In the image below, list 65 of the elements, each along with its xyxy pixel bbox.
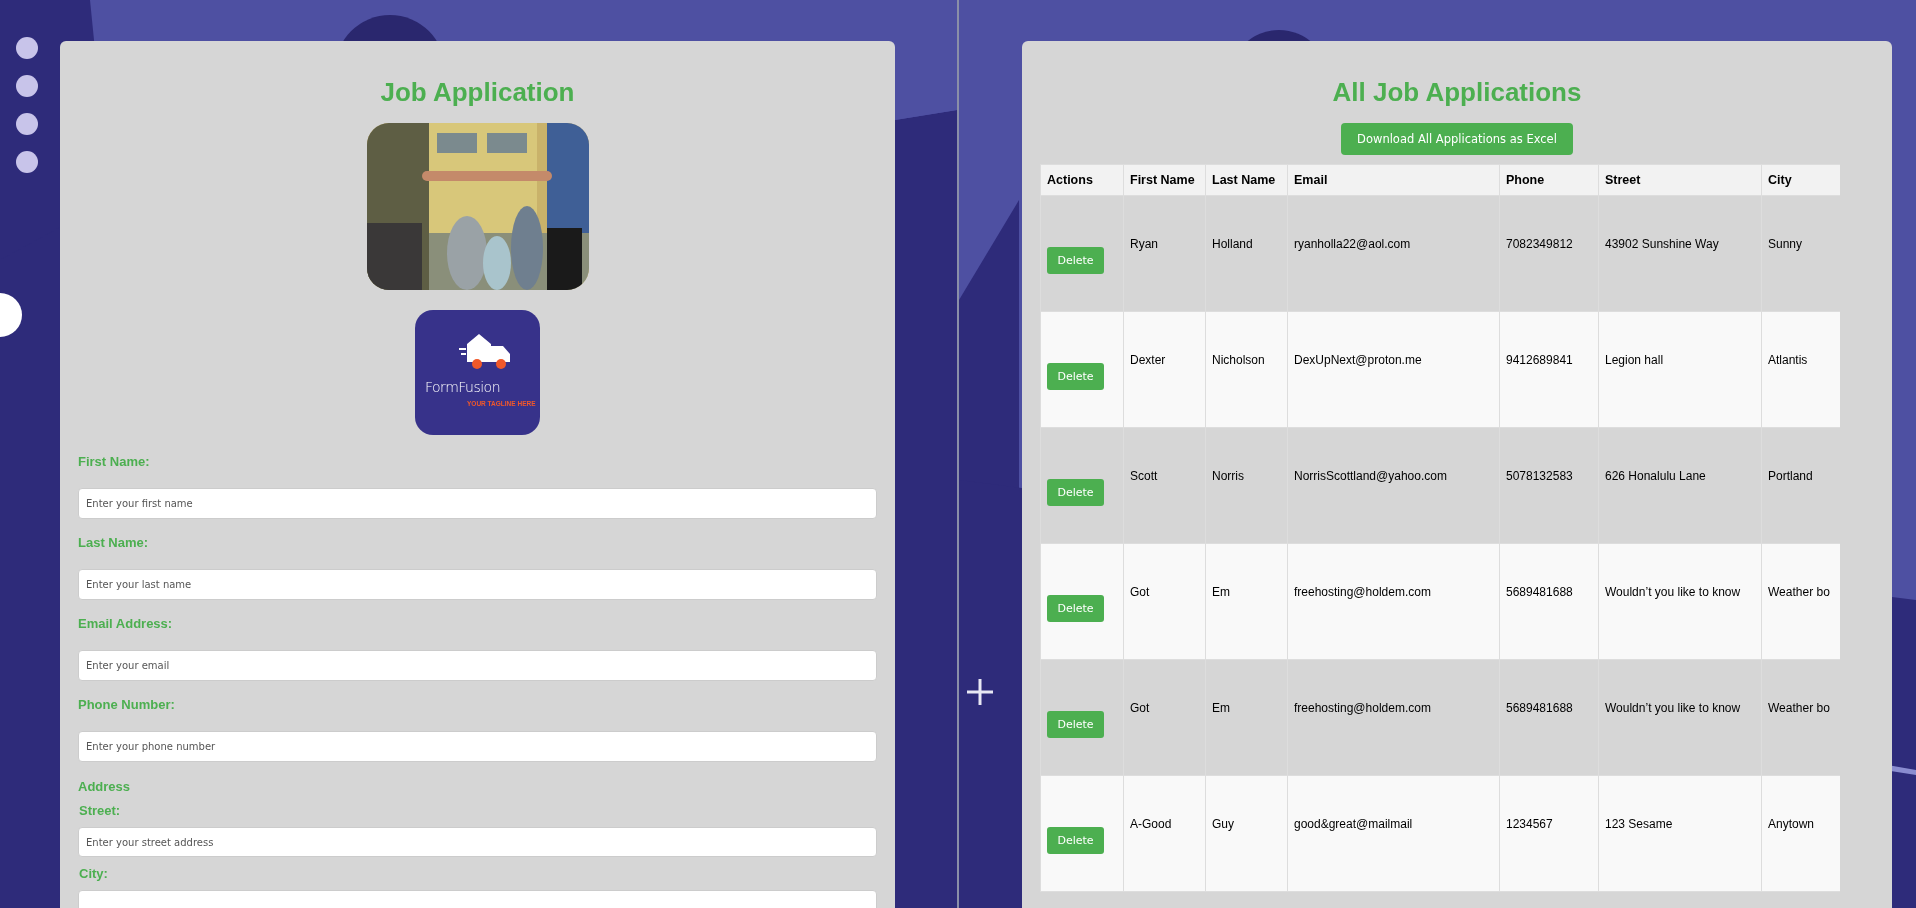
table-cell: 1234567 xyxy=(1506,817,1553,832)
table-cell: Dexter xyxy=(1130,353,1166,368)
input-field[interactable]: Enter your phone number xyxy=(78,731,877,762)
page-title: Job Application xyxy=(380,77,575,107)
column-header: Last Name xyxy=(1205,164,1288,196)
delete-button[interactable]: Delete xyxy=(1047,479,1104,506)
field-label: First Name: xyxy=(78,454,151,470)
table-cell: A-Good xyxy=(1130,817,1172,832)
table-cell: 5689481688 xyxy=(1506,585,1573,600)
table-cell: Nicholson xyxy=(1212,353,1265,368)
table-cell: 626 Honalulu Lane xyxy=(1605,469,1706,484)
field-label: City: xyxy=(79,866,109,882)
table-cell: 9412689841 xyxy=(1506,353,1573,368)
logo-name: FormFusion xyxy=(425,379,501,395)
table-cell: Scott xyxy=(1130,469,1158,484)
delete-button[interactable]: Delete xyxy=(1047,711,1104,738)
column-header: Actions xyxy=(1040,164,1124,196)
delete-button[interactable]: Delete xyxy=(1047,827,1104,854)
input-field[interactable]: Enter your street address xyxy=(78,827,877,857)
table-cell: Atlantis xyxy=(1768,353,1808,368)
table-cell: 43902 Sunshine Way xyxy=(1605,237,1719,252)
table-cell: Wouldn’t you like to know xyxy=(1605,701,1741,716)
table-cell: Legion hall xyxy=(1605,353,1664,368)
table-cell: Em xyxy=(1212,701,1230,716)
table-cell: Holland xyxy=(1212,237,1253,252)
field-label: Phone Number: xyxy=(78,697,176,713)
input-field[interactable]: Enter your last name xyxy=(78,569,877,600)
table-cell: Portland xyxy=(1768,469,1813,484)
table-cell: 7082349812 xyxy=(1506,237,1573,252)
table-cell: NorrisScottland@yahoo.com xyxy=(1294,469,1447,484)
field-label: Email Address: xyxy=(78,616,174,632)
section-heading: Address xyxy=(78,779,132,795)
delete-button[interactable]: Delete xyxy=(1047,595,1104,622)
column-header: First Name xyxy=(1123,164,1206,196)
column-header: Email xyxy=(1287,164,1500,196)
table-cell: DexUpNext@proton.me xyxy=(1294,353,1422,368)
page-title: All Job Applications xyxy=(1332,77,1582,107)
input-field[interactable]: Enter your first name xyxy=(78,488,877,519)
input-field[interactable]: Enter your email xyxy=(78,650,877,681)
delete-button[interactable]: Delete xyxy=(1047,247,1104,274)
delete-button[interactable]: Delete xyxy=(1047,363,1104,390)
table-cell: Weather bo xyxy=(1768,585,1830,600)
table-cell: good&great@mailmail xyxy=(1294,817,1413,832)
download-button[interactable]: Download All Applications as Excel xyxy=(1341,123,1573,155)
table-cell: Wouldn’t you like to know xyxy=(1605,585,1741,600)
column-header: City xyxy=(1761,164,1840,196)
table-cell: ryanholla22@aol.com xyxy=(1294,237,1411,252)
table-cell: freehosting@holdem.com xyxy=(1294,585,1431,600)
field-label: Street: xyxy=(79,803,122,819)
table-cell: 5689481688 xyxy=(1506,701,1573,716)
column-header: Street xyxy=(1598,164,1762,196)
table-cell: Sunny xyxy=(1768,237,1803,252)
table-cell: Norris xyxy=(1212,469,1244,484)
table-cell: Weather bo xyxy=(1768,701,1830,716)
table-cell: Guy xyxy=(1212,817,1234,832)
table-cell: freehosting@holdem.com xyxy=(1294,701,1431,716)
table-cell: Got xyxy=(1130,585,1150,600)
table-cell: Ryan xyxy=(1130,237,1158,252)
table-cell: Anytown xyxy=(1768,817,1815,832)
table-cell: Got xyxy=(1130,701,1150,716)
table-cell: 123 Sesame xyxy=(1605,817,1673,832)
column-header: Phone xyxy=(1499,164,1599,196)
field-label: Last Name: xyxy=(78,535,150,551)
table-cell: 5078132583 xyxy=(1506,469,1573,484)
table-cell: Em xyxy=(1212,585,1230,600)
